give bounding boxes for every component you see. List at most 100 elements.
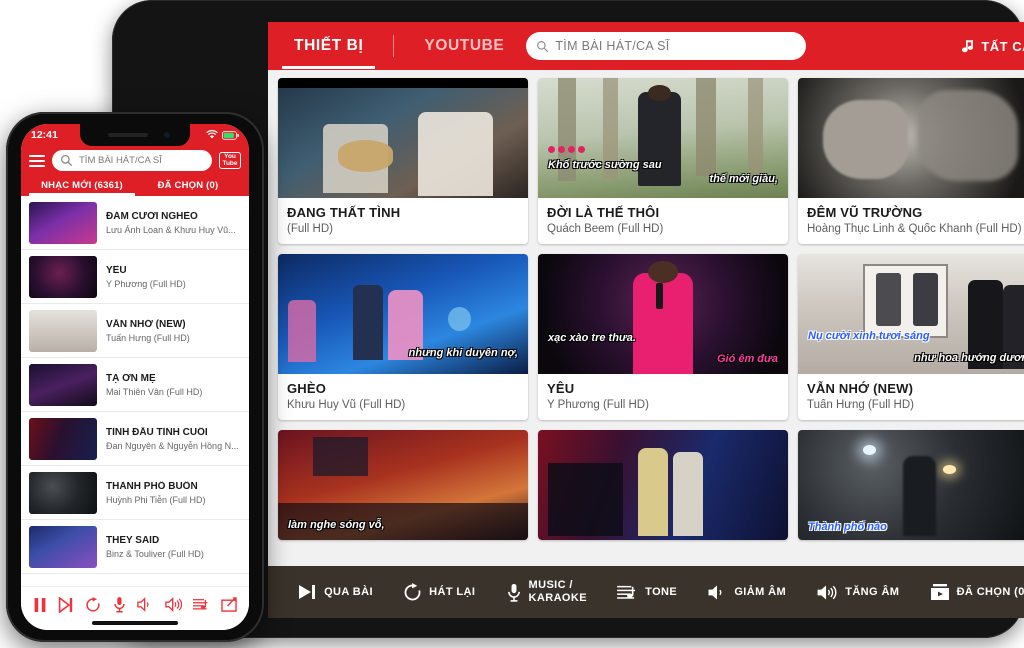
song-thumbnail [29, 255, 97, 298]
song-title: TÌNH ĐẦU TÌNH CUỐI [106, 426, 208, 438]
video-card[interactable]: làm nghe sóng vỗ, [278, 430, 528, 540]
tab-youtube[interactable]: YOUTUBE [420, 23, 508, 69]
phone-search-input[interactable] [79, 155, 204, 166]
skip-next-icon[interactable] [58, 596, 74, 613]
karaoke-lyric-line: Gió êm đưa [716, 352, 778, 365]
tang-am-label: TĂNG ÂM [845, 586, 900, 598]
video-card[interactable]: xạc xào tre thưa. Gió êm đưa YÊU Y Phươn… [538, 254, 788, 420]
battery-icon [222, 130, 239, 140]
song-thumbnail [29, 309, 97, 352]
volume-down-icon[interactable] [137, 597, 153, 612]
video-title: ĐỜI LÀ THẾ THÔI [547, 205, 660, 220]
video-thumbnail[interactable] [538, 430, 788, 540]
song-artist: Huỳnh Phi Tiễn (Full HD) [106, 494, 206, 505]
list-item[interactable]: THÀNH PHỐ BUỒN Huỳnh Phi Tiễn (Full HD) [21, 466, 249, 520]
song-artist: Mai Thiên Vân (Full HD) [106, 386, 203, 397]
video-thumbnail[interactable]: làm nghe sóng vỗ, [278, 430, 528, 540]
phone-search-box[interactable] [52, 150, 212, 171]
da-chon-button[interactable]: ĐÃ CHỌN (0) [930, 583, 1024, 601]
video-thumbnail[interactable]: 😀 [798, 78, 1024, 198]
giam-am-button[interactable]: GIẢM ÂM [707, 584, 786, 601]
song-title: THÀNH PHỐ BUỒN [106, 480, 198, 492]
phone-home-indicator[interactable] [92, 621, 178, 625]
list-item[interactable]: VẪN NHỚ (NEW) Tuấn Hưng (Full HD) [21, 304, 249, 358]
share-icon[interactable] [221, 597, 238, 612]
tab-thiet-bi[interactable]: THIẾT BỊ [281, 23, 376, 69]
tablet-search-input[interactable] [555, 39, 797, 53]
video-artist: Hoàng Thục Linh & Quốc Khanh (Full HD) [807, 223, 1022, 235]
karaoke-lyric-line: xạc xào tre thưa. [548, 332, 636, 345]
video-card-meta: VẪN NHỚ (NEW) Tuấn Hưng (Full HD) [798, 374, 1024, 420]
tab-nhac-moi[interactable]: NHẠC MỚI (6361) [29, 176, 135, 196]
phone-device-frame: 12:41 TÌM BÀI HÁT/CA SĨ You Tube NHẠC MỚ… [6, 112, 264, 642]
video-card[interactable]: 😀 ĐÊM VŨ TRƯỜNG Hoàng Thục Linh & Quốc K… [798, 78, 1024, 244]
list-item[interactable]: ĐÁM CƯỚI NGHÈO Lưu Ánh Loan & Khưu Huy V… [21, 196, 249, 250]
song-thumbnail [29, 525, 97, 568]
all-songs-label: TẤT CẢ [981, 38, 1024, 54]
video-thumbnail[interactable]: Nụ cười xinh tươi sáng như hoa hướng dươ… [798, 254, 1024, 374]
music-karaoke-button[interactable]: MUSIC / KARAOKE [506, 579, 587, 604]
video-card[interactable]: nhưng khi duyên nợ, GHÈO Khưu Huy Vũ (Fu… [278, 254, 528, 420]
video-thumbnail[interactable]: Thành phố nào [798, 430, 1024, 540]
video-card[interactable]: Khổ trước sường sau thế mới giàu, ĐỜI LÀ… [538, 78, 788, 244]
youtube-icon[interactable]: You Tube [219, 151, 241, 170]
video-title: YÊU [547, 381, 575, 396]
tone-label: TONE [645, 586, 678, 598]
video-card[interactable] [538, 430, 788, 540]
video-artist: Quách Beem (Full HD) [547, 223, 664, 235]
tone-button[interactable]: TONE [617, 584, 677, 601]
header-divider [393, 35, 395, 57]
da-chon-label: ĐÃ CHỌN (0) [956, 586, 1024, 598]
replay-icon[interactable] [85, 596, 101, 613]
pause-icon[interactable] [33, 597, 47, 613]
status-time: 12:41 [31, 129, 58, 141]
earpiece-speaker [108, 133, 148, 137]
video-card[interactable]: ĐANG THẤT TÌNH (Full HD) [278, 78, 528, 244]
video-card[interactable]: Nụ cười xinh tươi sáng như hoa hướng dươ… [798, 254, 1024, 420]
music-note-icon [962, 39, 974, 52]
video-artist: Khưu Huy Vũ (Full HD) [287, 399, 406, 411]
video-card-meta: ĐANG THẤT TÌNH (Full HD) [278, 198, 528, 244]
video-thumbnail[interactable]: xạc xào tre thưa. Gió êm đưa [538, 254, 788, 374]
list-item[interactable]: YÊU Y Phương (Full HD) [21, 250, 249, 304]
screenshot-stage: THIẾT BỊ YOUTUBE TÌM BÀI HÁT/CA SĨ TẤT C… [0, 0, 1024, 648]
tone-icon [617, 585, 636, 599]
video-thumbnail[interactable]: Khổ trước sường sau thế mới giàu, [538, 78, 788, 198]
volume-up-icon [817, 585, 837, 599]
front-camera [164, 132, 170, 138]
karaoke-lyric-line: Thành phố nào [808, 520, 887, 533]
song-thumbnail [29, 471, 97, 514]
tablet-video-grid-area[interactable]: ĐANG THẤT TÌNH (Full HD) Khổ trước sường… [268, 70, 1024, 566]
phone-song-list[interactable]: ĐÁM CƯỚI NGHÈO Lưu Ánh Loan & Khưu Huy V… [21, 196, 249, 574]
status-indicators [206, 130, 239, 140]
video-card[interactable]: Thành phố nào [798, 430, 1024, 540]
volume-down-icon [708, 585, 722, 599]
video-card-meta: GHÈO Khưu Huy Vũ (Full HD) [278, 374, 528, 420]
all-songs-button[interactable]: TẤT CẢ [960, 39, 1024, 54]
list-item[interactable]: TẠ ƠN MẸ Mai Thiên Vân (Full HD) [21, 358, 249, 412]
list-item[interactable]: TÌNH ĐẦU TÌNH CUỐI Đan Nguyên & Nguyễn H… [21, 412, 249, 466]
qua-bai-button[interactable]: QUA BÀI [297, 584, 373, 600]
video-thumbnail[interactable] [278, 78, 528, 198]
hat-lai-button[interactable]: HÁT LẠI [403, 582, 475, 602]
hamburger-menu-icon[interactable] [29, 154, 45, 167]
song-title: TẠ ƠN MẸ [106, 372, 156, 384]
microphone-icon[interactable] [113, 596, 126, 613]
list-item[interactable]: THEY SAID Binz & Touliver (Full HD) [21, 520, 249, 574]
tone-icon[interactable] [192, 597, 210, 612]
tablet-search-box[interactable] [526, 32, 807, 60]
song-thumbnail [29, 201, 97, 244]
video-thumbnail[interactable]: nhưng khi duyên nợ, [278, 254, 528, 374]
wifi-icon [206, 130, 218, 139]
karaoke-lyric-line: làm nghe sóng vỗ, [288, 519, 385, 532]
volume-up-icon[interactable] [164, 597, 182, 612]
phone-header-row: You Tube [29, 150, 241, 171]
tab-thiet-bi-label: THIẾT BỊ [294, 37, 364, 54]
song-artist: Binz & Touliver (Full HD) [106, 548, 204, 559]
music-karaoke-label: MUSIC / KARAOKE [528, 579, 587, 604]
karaoke-lyric-line: nhưng khi duyên nợ, [408, 346, 518, 359]
tab-youtube-label: YOUTUBE [424, 37, 505, 54]
qua-bai-label: QUA BÀI [324, 586, 373, 598]
tab-da-chon[interactable]: ĐÃ CHỌN (0) [135, 176, 241, 196]
tang-am-button[interactable]: TĂNG ÂM [816, 584, 899, 601]
